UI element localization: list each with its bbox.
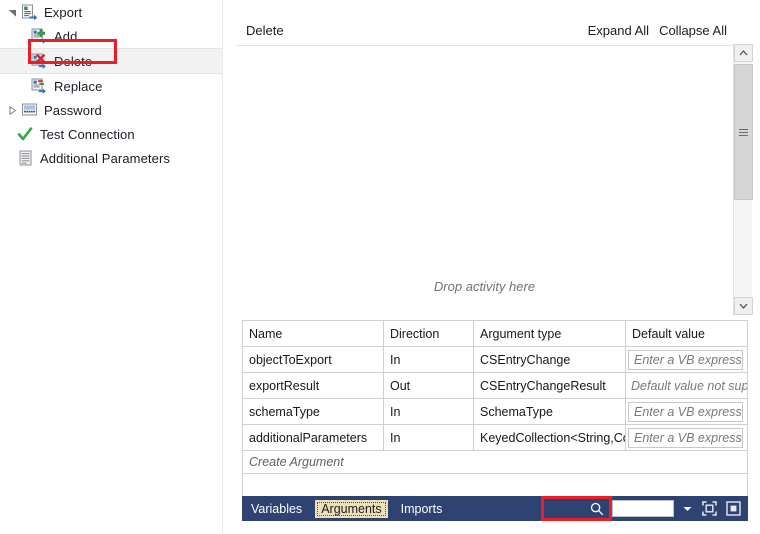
replace-entry-icon [30, 77, 48, 95]
search-icon[interactable] [588, 500, 606, 518]
restore-panel-icon[interactable] [724, 500, 742, 518]
chevron-down-icon[interactable] [680, 500, 694, 517]
test-connection-icon [16, 125, 34, 143]
tree-item-delete[interactable]: Delete [0, 48, 222, 74]
default-value-unsupported-text: Default value not suppo [631, 378, 747, 393]
scroll-up-icon[interactable] [734, 44, 753, 62]
argument-default-value-cell: Enter a VB expression [626, 347, 747, 372]
tab-imports[interactable]: Imports [392, 496, 452, 521]
tab-arguments[interactable]: Arguments [315, 499, 388, 518]
column-header-argument-type[interactable]: Argument type [474, 321, 626, 346]
workflow-designer-window: Export Add Delete Replace Password Test Conne… [0, 0, 760, 534]
tab-variables[interactable]: Variables [242, 496, 311, 521]
argument-direction-cell[interactable]: In [384, 347, 474, 372]
column-header-default-value[interactable]: Default value [626, 321, 747, 346]
scrollbar-thumb[interactable] [734, 64, 753, 200]
password-icon [20, 101, 38, 119]
designer-header: Delete Expand All Collapse All [236, 16, 733, 46]
add-entry-icon [30, 27, 48, 45]
argument-row[interactable]: additionalParameters In KeyedCollection<St… [243, 425, 747, 451]
column-header-direction[interactable]: Direction [384, 321, 474, 346]
arguments-grid: Name Direction Argument type Default value … [242, 320, 748, 503]
argument-type-cell[interactable]: CSEntryChange [474, 347, 626, 372]
scroll-down-icon[interactable] [734, 297, 753, 315]
default-value-input[interactable]: Enter a VB expression [628, 427, 743, 448]
tree-item-label: Add [54, 28, 78, 44]
header-actions: Expand All Collapse All [588, 23, 733, 38]
delete-entry-icon [30, 52, 48, 70]
export-icon [20, 3, 38, 21]
pane-splitter[interactable] [222, 0, 237, 534]
argument-direction-cell[interactable]: In [384, 399, 474, 424]
chevron-down-icon[interactable] [4, 8, 20, 17]
argument-row[interactable]: objectToExport In CSEntryChange Enter a VB … [243, 347, 747, 373]
collapse-all-link[interactable]: Collapse All [659, 23, 727, 38]
navigation-tree-pane: Export Add Delete Replace Password Test Conne… [0, 0, 222, 534]
column-header-name[interactable]: Name [243, 321, 384, 346]
additional-parameters-icon [16, 149, 34, 167]
argument-default-value-cell: Enter a VB expression [626, 399, 747, 424]
bottom-tab-bar: Variables Arguments Imports [242, 496, 748, 521]
tree-item-label: Password [44, 102, 102, 118]
tree-item-label: Delete [54, 53, 93, 69]
tree-item-add[interactable]: Add [0, 24, 222, 48]
bottom-bar-tools [588, 500, 748, 518]
argument-direction-cell[interactable]: Out [384, 373, 474, 398]
argument-name-cell[interactable]: objectToExport [243, 347, 384, 372]
argument-default-value-cell: Enter a VB expression [626, 425, 747, 450]
argument-row[interactable]: schemaType In SchemaType Enter a VB express… [243, 399, 747, 425]
expand-all-link[interactable]: Expand All [588, 23, 649, 38]
drop-activity-hint: Drop activity here [433, 279, 536, 294]
scrollbar-grip-icon [739, 128, 748, 136]
argument-name-cell[interactable]: exportResult [243, 373, 384, 398]
default-value-input[interactable]: Enter a VB expression [628, 349, 743, 370]
search-input[interactable] [612, 500, 674, 517]
tree-item-label: Test Connection [40, 126, 135, 142]
tree-item-test-connection[interactable]: Test Connection [0, 122, 222, 146]
argument-type-cell[interactable]: CSEntryChangeResult [474, 373, 626, 398]
breadcrumb[interactable]: Delete [236, 23, 284, 38]
argument-default-value-cell: Default value not suppo [626, 373, 747, 398]
tree-item-label: Export [44, 4, 83, 20]
arguments-grid-header: Name Direction Argument type Default value [243, 321, 747, 347]
tree-item-export[interactable]: Export [0, 0, 222, 24]
tree-item-replace[interactable]: Replace [0, 74, 222, 98]
activity-designer-pane: Delete Expand All Collapse All Drop acti… [236, 0, 760, 534]
canvas-vertical-scrollbar[interactable] [733, 44, 753, 315]
default-value-input[interactable]: Enter a VB expression [628, 401, 743, 422]
chevron-right-icon[interactable] [4, 105, 20, 115]
workflow-canvas[interactable]: Drop activity here [236, 47, 733, 315]
tree-item-label: Replace [54, 78, 103, 94]
argument-name-cell[interactable]: schemaType [243, 399, 384, 424]
create-argument-row[interactable]: Create Argument [243, 451, 747, 474]
argument-name-cell[interactable]: additionalParameters [243, 425, 384, 450]
bottom-filler-strip [236, 521, 760, 534]
argument-type-cell[interactable]: KeyedCollection<String,Con [474, 425, 626, 450]
argument-row[interactable]: exportResult Out CSEntryChangeResult Defaul… [243, 373, 747, 399]
argument-direction-cell[interactable]: In [384, 425, 474, 450]
tree-item-additional-parameters[interactable]: Additional Parameters [0, 146, 222, 170]
argument-type-cell[interactable]: SchemaType [474, 399, 626, 424]
tree-item-label: Additional Parameters [40, 150, 170, 166]
tree-item-password[interactable]: Password [0, 98, 222, 122]
fit-to-screen-icon[interactable] [700, 500, 718, 518]
